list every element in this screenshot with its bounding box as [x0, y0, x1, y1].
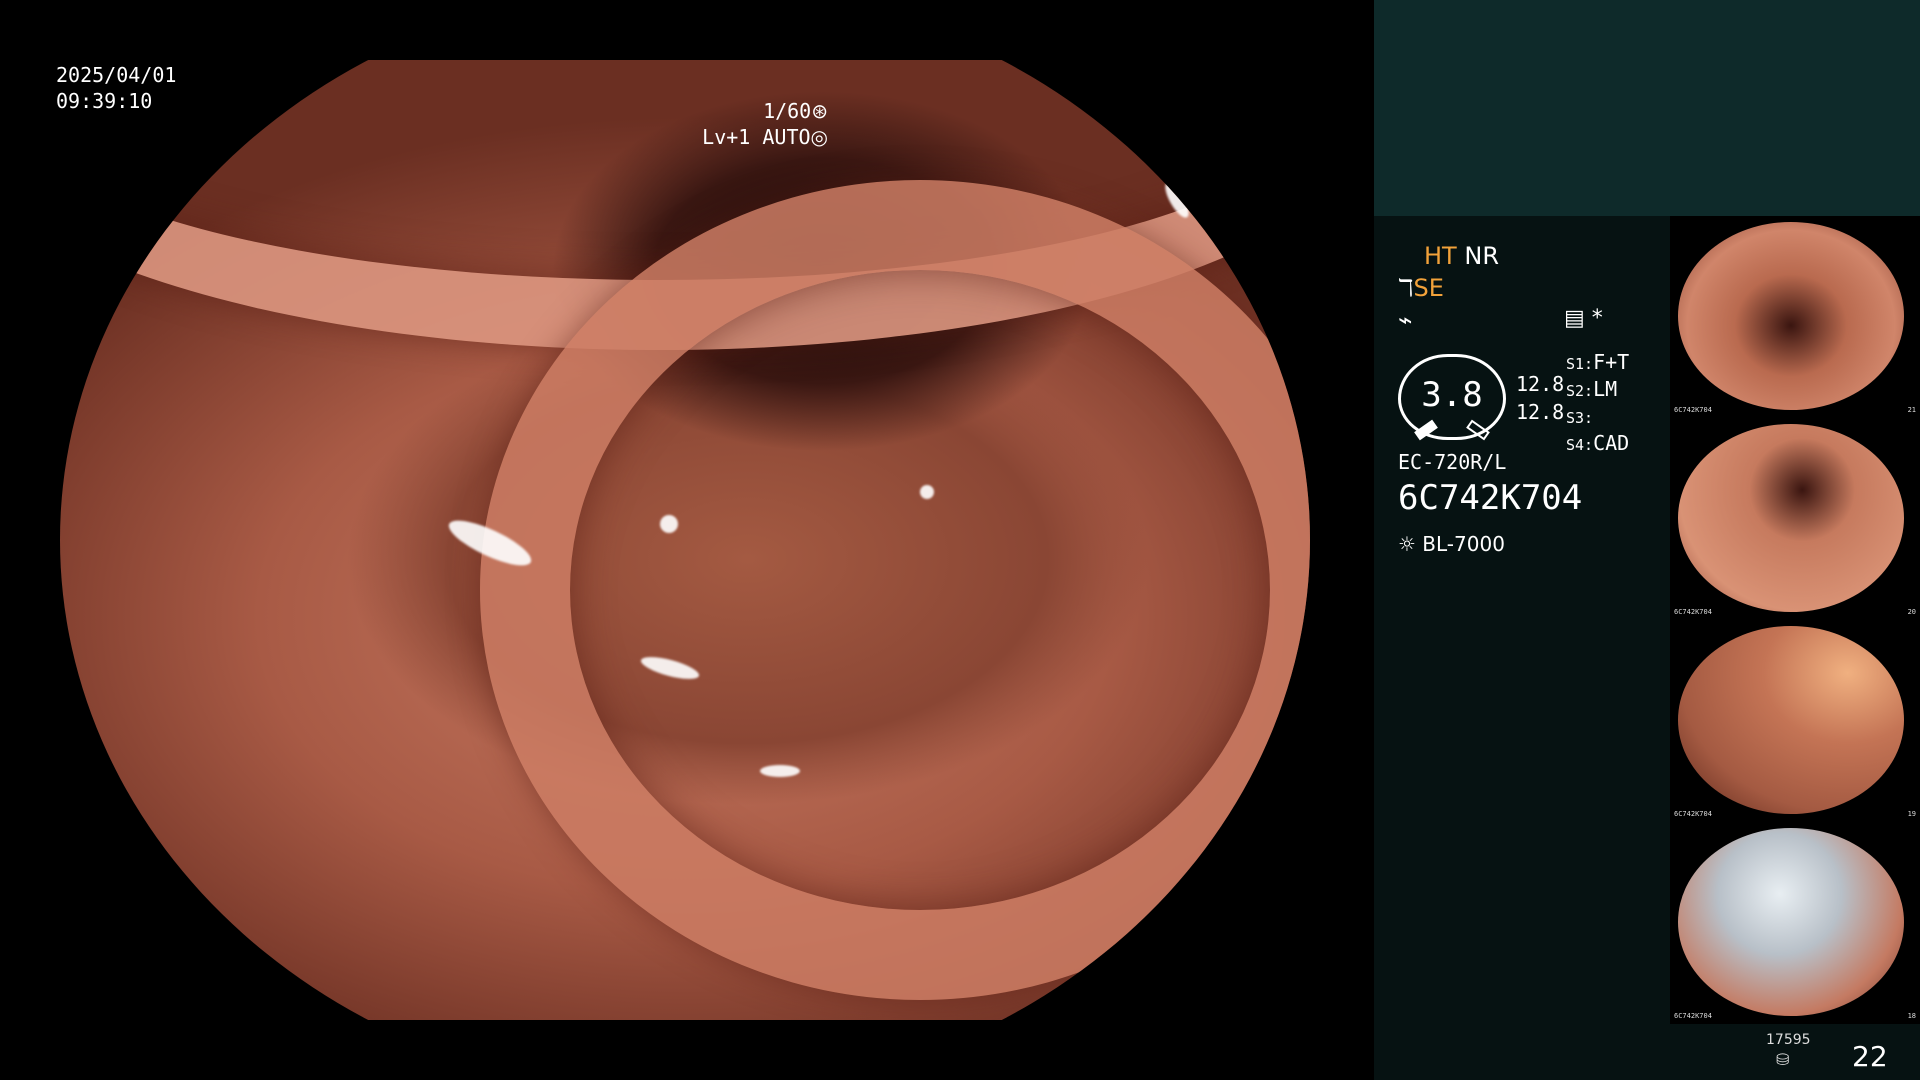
star-text: * — [1591, 306, 1603, 331]
thumbnail-image — [1678, 424, 1904, 612]
scope-angle-icon: ℸ — [1398, 274, 1414, 302]
aperture-icon: ⊛ — [811, 99, 828, 123]
database-icon: ⛁ — [1776, 1050, 1790, 1069]
setting-item: S1:F+T — [1566, 350, 1630, 374]
gauge: 3.8 — [1398, 354, 1506, 441]
time-text: 09:39:10 — [56, 89, 153, 113]
thumbnail-image — [1678, 828, 1904, 1016]
thumbnail-index: 18 — [1907, 1012, 1916, 1020]
thumbnail[interactable]: 6C742K704 19 — [1670, 620, 1920, 822]
thumbnail[interactable]: 6C742K704 21 — [1670, 216, 1920, 418]
setting-item: S4:CAD — [1566, 431, 1630, 455]
mode-ht-nr: HT NR — [1424, 242, 1499, 270]
gauge-value: 3.8 — [1421, 375, 1483, 415]
light-source: ☼ BL-7000 — [1398, 532, 1505, 556]
frame-count: 17595 — [1766, 1032, 1811, 1048]
setting-item: S3: — [1566, 409, 1594, 427]
setting-item: S2:LM — [1566, 377, 1618, 401]
iris-text: AUTO — [762, 125, 811, 149]
endoscope-main-view: 2025/04/01 09:39:10 1/60⊛ Lv+1 AUTO◎ — [0, 0, 1374, 1080]
thumbnail[interactable]: 6C742K704 20 — [1670, 418, 1920, 620]
mode-ht: HT — [1424, 242, 1457, 270]
thumbnail-index: 19 — [1907, 810, 1916, 818]
thumbnail-list: 6C742K704 21 6C742K704 20 6C742K704 19 6… — [1670, 216, 1920, 1024]
gauge-side-values: 12.8 12.8 — [1516, 370, 1564, 426]
light-source-text: BL-7000 — [1422, 532, 1505, 556]
gauge-marker-left — [1414, 419, 1438, 441]
mode-se: ℸSE — [1398, 274, 1444, 302]
sun-icon: ☼ — [1398, 532, 1416, 556]
gauge-marker-right — [1466, 419, 1490, 441]
thumbnail-caption: 6C742K704 — [1674, 810, 1712, 818]
thumbnail-index: 20 — [1907, 608, 1916, 616]
mode-se-text: SE — [1413, 274, 1444, 302]
iris-icon: ◎ — [810, 125, 828, 149]
date-text: 2025/04/01 — [56, 63, 177, 87]
panel-header-area — [1374, 0, 1920, 216]
light-reflection — [760, 765, 800, 777]
level-text: Lv+1 — [702, 125, 751, 149]
thumbnail-caption: 6C742K704 — [1674, 406, 1712, 414]
date-time-display: 2025/04/01 09:39:10 — [56, 62, 176, 114]
thumbnail-caption: 6C742K704 — [1674, 1012, 1712, 1020]
endoscopic-image — [60, 60, 1310, 1020]
mucosal-fold — [480, 180, 1310, 1000]
thumbnail-index: 21 — [1907, 406, 1916, 414]
settings-list: S1:F+T S2:LM S3: S4:CAD — [1566, 350, 1629, 458]
light-reflection — [660, 515, 678, 533]
panel-icons: ▤ * — [1564, 306, 1603, 331]
thumbnail[interactable]: 6C742K704 18 — [1670, 822, 1920, 1024]
thumbnail-image — [1678, 626, 1904, 814]
mode-nr: NR — [1464, 242, 1499, 270]
gauge-side-2: 12.8 — [1516, 400, 1565, 424]
exposure-display: 1/60⊛ Lv+1 AUTO◎ — [702, 98, 828, 150]
thumbnail-caption: 6C742K704 — [1674, 608, 1712, 616]
light-reflection — [920, 485, 934, 499]
shutter-text: 1/60 — [763, 99, 812, 123]
thumbnail-image — [1678, 222, 1904, 410]
sliders-icon: ▤ — [1564, 306, 1585, 331]
gauge-side-1: 12.8 — [1516, 372, 1565, 396]
lightning-icon: ⌁ — [1398, 306, 1413, 334]
page-number: 22 — [1852, 1040, 1888, 1073]
info-panel: HT NR ℸSE ⌁ ▤ * 3.8 12.8 12.8 S1:F+T S2:… — [1374, 0, 1920, 1080]
scope-serial: 6C742K704 — [1398, 478, 1583, 518]
scope-model: EC-720R/L — [1398, 450, 1507, 474]
